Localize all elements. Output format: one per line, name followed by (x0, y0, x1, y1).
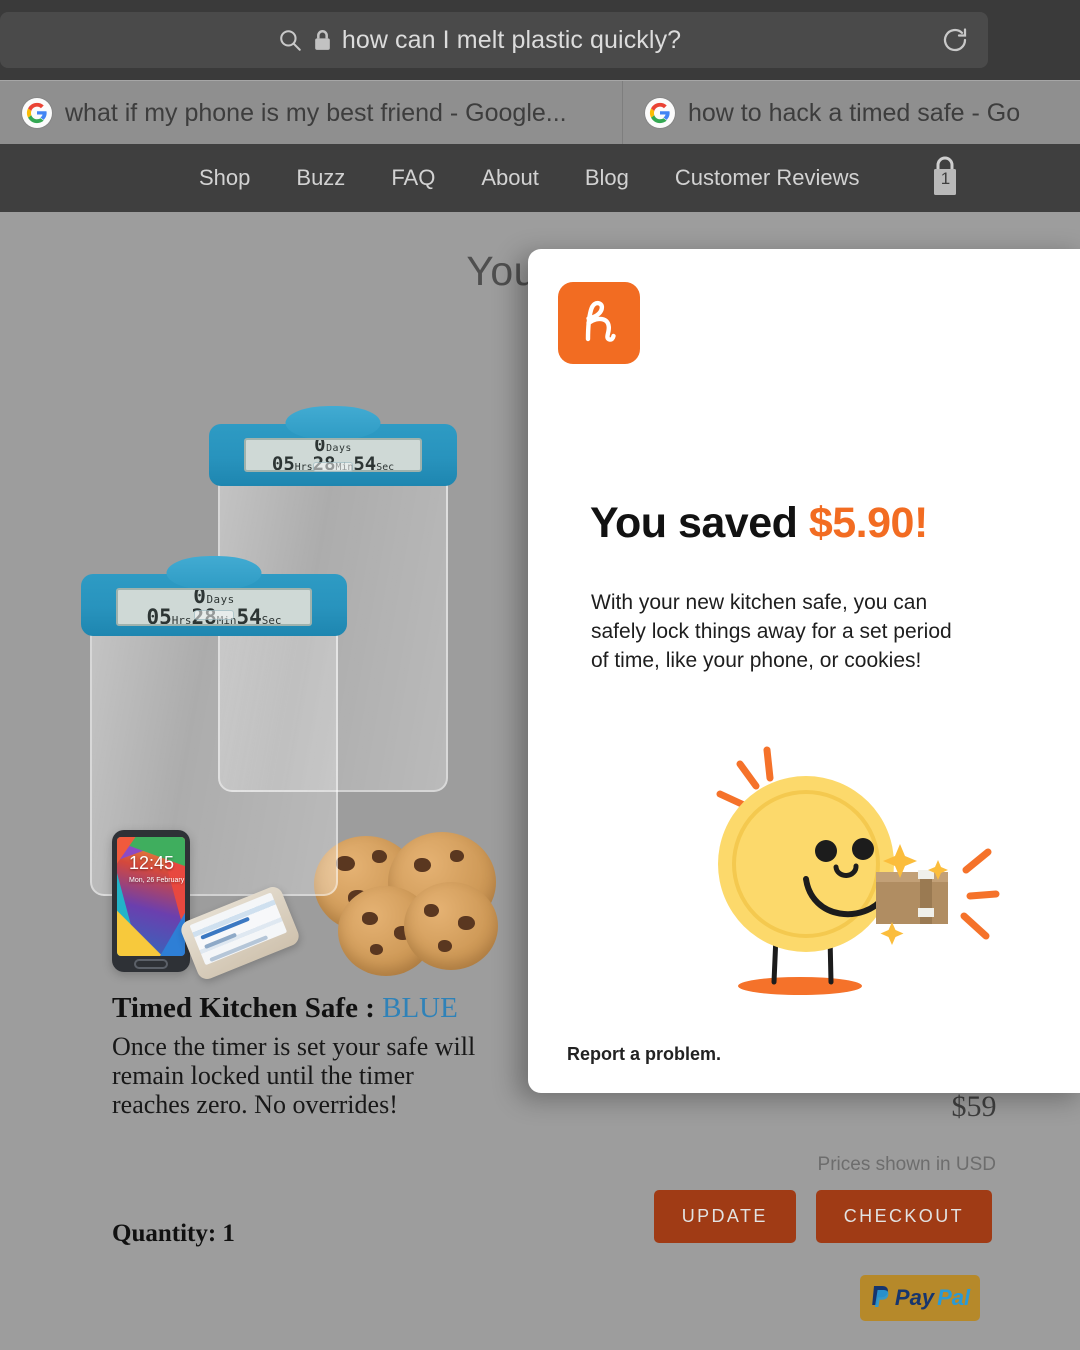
nav-link-buzz[interactable]: Buzz (273, 165, 368, 191)
nav-link-shop[interactable]: Shop (176, 165, 273, 191)
tab-title: how to hack a timed safe - Go (688, 98, 1021, 127)
browser-tab-1[interactable]: what if my phone is my best friend - Goo… (0, 81, 622, 145)
report-a-problem-link[interactable]: Report a problem. (567, 1044, 721, 1065)
screenshot-root: how can I melt plastic quickly? what if … (0, 0, 1080, 1350)
coin-mascot-with-package-icon (688, 724, 1028, 1014)
timer-hours-unit: Hrs (294, 462, 313, 472)
site-navigation: Shop Buzz FAQ About Blog Customer Review… (0, 144, 1080, 212)
phone-android: 12:45 Mon, 26 February (112, 830, 190, 972)
phone-date: Mon, 26 February (129, 877, 185, 884)
product-price: $59 (951, 1090, 997, 1123)
lock-icon (313, 29, 332, 52)
timer-seconds: 54 (236, 605, 262, 626)
phone-iphone (178, 884, 302, 982)
update-button[interactable]: UPDATE (653, 1190, 796, 1243)
product-image[interactable]: 0 Days 05 Hrs 28 Min 54 Sec (70, 406, 510, 982)
honey-logo-icon (558, 282, 640, 364)
phone-screen: 12:45 Mon, 26 February (117, 837, 185, 956)
phone-clock: 12:45 (129, 853, 175, 873)
product-description: Once the timer is set your safe will rem… (112, 1032, 476, 1120)
search-icon (277, 27, 303, 53)
nav-link-faq[interactable]: FAQ (368, 165, 458, 191)
product-title: Timed Kitchen Safe : BLUE (112, 992, 458, 1025)
timer-hours: 05 (146, 605, 172, 626)
tab-strip: what if my phone is my best friend - Goo… (0, 80, 1080, 145)
cookies-illustration (310, 830, 500, 982)
google-icon (645, 98, 675, 128)
address-bar-content: how can I melt plastic quickly? (18, 26, 940, 55)
browser-tab-2[interactable]: how to hack a timed safe - Go (622, 81, 1080, 145)
honey-savings-amount: $5.90! (808, 499, 928, 547)
paypal-icon (870, 1284, 892, 1313)
timer-hours: 05 (271, 453, 295, 472)
currency-note: Prices shown in USD (817, 1154, 996, 1175)
timer-display-front: 0 Days 05 Hrs 28 Min 54 Sec (116, 588, 312, 626)
timer-hours-unit: Hrs (171, 614, 192, 626)
checkout-button[interactable]: CHECKOUT (815, 1190, 992, 1243)
cart-button[interactable]: 1 (926, 154, 964, 203)
nav-link-customer-reviews[interactable]: Customer Reviews (652, 165, 883, 191)
honey-headline-prefix: You saved (590, 499, 809, 547)
address-bar[interactable]: how can I melt plastic quickly? (0, 12, 988, 68)
timer-seconds: 54 (353, 453, 377, 472)
product-title-text: Timed Kitchen Safe : (112, 992, 383, 1024)
honey-body-text: With your new kitchen safe, you can safe… (591, 591, 952, 672)
timer-seconds-unit: Sec (261, 614, 282, 626)
honey-headline: You saved $5.90! (590, 499, 1060, 548)
product-variant: BLUE (382, 992, 458, 1024)
honey-extension-popup[interactable]: You saved $5.90! With your new kitchen s… (528, 249, 1080, 1093)
address-bar-text: how can I melt plastic quickly? (341, 25, 682, 54)
cart-count: 1 (940, 168, 951, 188)
timer-seconds-unit: Sec (376, 462, 395, 472)
google-icon (22, 98, 52, 128)
product-quantity: Quantity: 1 (112, 1220, 235, 1247)
paypal-pal-text: Pal (937, 1285, 971, 1310)
phone-screen (189, 892, 288, 966)
nav-link-blog[interactable]: Blog (562, 165, 652, 191)
cart-action-buttons: UPDATE CHECKOUT (653, 1190, 992, 1243)
browser-chrome: how can I melt plastic quickly? (0, 0, 1080, 80)
tab-title: what if my phone is my best friend - Goo… (65, 98, 567, 127)
reload-icon[interactable] (940, 25, 970, 55)
paypal-button[interactable]: Pay Pal (860, 1275, 980, 1321)
nav-link-about[interactable]: About (458, 165, 562, 191)
paypal-pay-text: Pay (894, 1285, 935, 1310)
